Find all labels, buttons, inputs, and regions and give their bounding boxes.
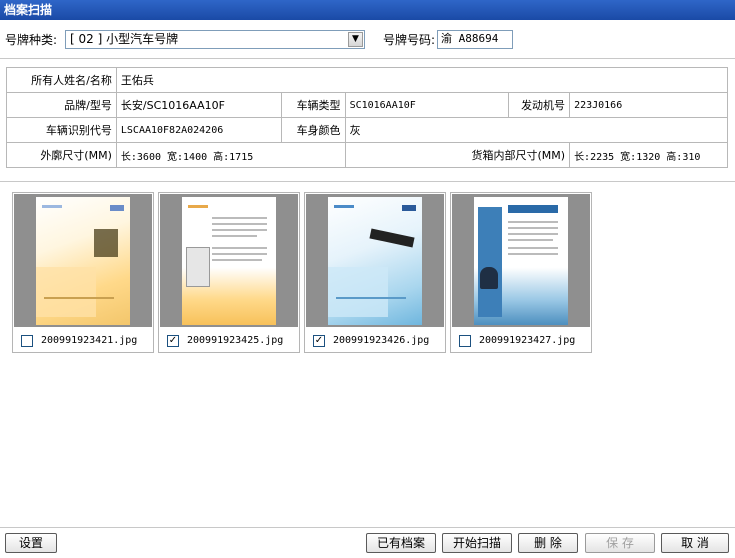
delete-button[interactable]: 删 除	[518, 533, 578, 553]
owner-value: 王佑兵	[115, 67, 729, 93]
vehicle-type-value: SC1016AA10F	[344, 92, 510, 118]
save-button[interactable]: 保 存	[585, 533, 655, 553]
select-checkbox[interactable]: ✓	[167, 335, 179, 347]
thumbnail-card[interactable]: 200991923427.jpg	[450, 192, 592, 353]
vehicle-type-label: 车辆类型	[280, 92, 346, 118]
cancel-button[interactable]: 取 消	[661, 533, 729, 553]
vin-value: LSCAA10F82A024206	[115, 117, 282, 143]
existing-archive-button[interactable]: 已有档案	[366, 533, 436, 553]
file-name: 200991923426.jpg	[333, 335, 430, 346]
select-checkbox[interactable]	[459, 335, 471, 347]
scan-thumbnail[interactable]	[452, 194, 590, 327]
vehicle-info-table: 所有人姓名/名称 王佑兵 品牌/型号 长安/SC1016AA10F 车辆类型 S…	[6, 67, 729, 168]
outer-size-label: 外廓尺寸(MM)	[6, 142, 117, 168]
thumbnail-card[interactable]: ✓ 200991923425.jpg	[158, 192, 300, 353]
plate-row: 号牌种类: [ 02 ] 小型汽车号牌 ▼ 号牌号码: 渝 A88694	[0, 24, 735, 52]
plate-number-input[interactable]: 渝 A88694	[437, 30, 513, 49]
window-title: 档案扫描	[0, 0, 735, 20]
cargo-size-value: 长:2235 宽:1320 高:310	[569, 142, 728, 168]
file-name: 200991923421.jpg	[41, 335, 138, 346]
divider	[0, 58, 735, 59]
thumbnail-card[interactable]: 200991923421.jpg	[12, 192, 154, 353]
file-name: 200991923425.jpg	[187, 335, 284, 346]
vin-label: 车辆识别代号	[6, 117, 117, 143]
scan-thumbnail[interactable]	[14, 194, 152, 327]
thumbnail-card[interactable]: ✓ 200991923426.jpg	[304, 192, 446, 353]
plate-type-select[interactable]: [ 02 ] 小型汽车号牌 ▼	[65, 30, 365, 49]
plate-type-label: 号牌种类:	[5, 33, 58, 47]
scan-thumbnail[interactable]	[306, 194, 444, 327]
cargo-size-label: 货箱内部尺寸(MM)	[344, 142, 571, 168]
settings-button[interactable]: 设置	[5, 533, 57, 553]
outer-size-value: 长:3600 宽:1400 高:1715	[115, 142, 346, 168]
select-checkbox[interactable]: ✓	[313, 335, 325, 347]
plate-type-value: [ 02 ] 小型汽车号牌	[70, 32, 179, 46]
brand-value: 长安/SC1016AA10F	[115, 92, 282, 118]
owner-label: 所有人姓名/名称	[6, 67, 117, 93]
scan-thumbnail[interactable]	[160, 194, 298, 327]
engine-label: 发动机号	[508, 92, 571, 118]
color-value: 灰	[344, 117, 729, 143]
scan-gallery: 200991923421.jpg ✓ 200991923425.jpg ✓ 20…	[10, 190, 735, 520]
plate-number-label: 号牌号码:	[383, 33, 436, 47]
brand-label: 品牌/型号	[6, 92, 117, 118]
engine-value: 223J0166	[569, 92, 728, 118]
file-name: 200991923427.jpg	[479, 335, 576, 346]
chevron-down-icon[interactable]: ▼	[348, 32, 363, 47]
select-checkbox[interactable]	[21, 335, 33, 347]
divider	[0, 181, 735, 182]
start-scan-button[interactable]: 开始扫描	[442, 533, 512, 553]
color-label: 车身颜色	[280, 117, 346, 143]
divider	[0, 527, 735, 528]
